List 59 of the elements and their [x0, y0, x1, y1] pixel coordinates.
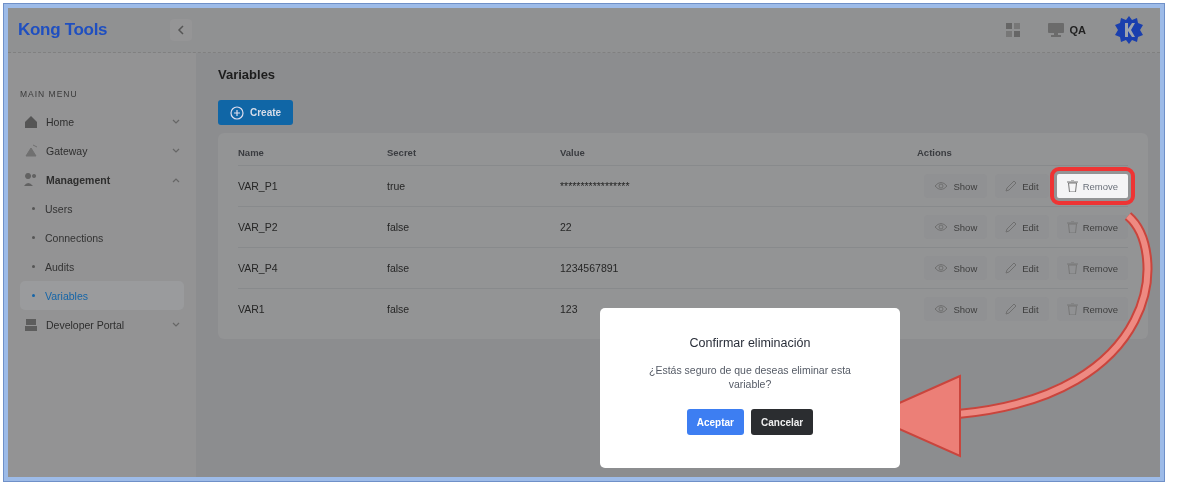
pencil-icon: [1005, 180, 1018, 192]
chevron-left-icon: [177, 25, 185, 35]
dialog-message: ¿Estás seguro de que deseas eliminar esta variable?: [648, 364, 852, 392]
table-cell-text: VAR1: [238, 303, 266, 315]
trash-icon: [1066, 180, 1078, 192]
column-header: Value: [560, 146, 586, 158]
menu-item[interactable]: Management: [20, 165, 184, 194]
dialog-title: Confirmar eliminación: [689, 336, 811, 350]
edit-button[interactable]: Edit: [995, 297, 1049, 321]
table-cell-text: true: [387, 180, 407, 192]
table-cell-text: 1234567891: [560, 262, 620, 274]
submenu-item[interactable]: Connections: [20, 223, 184, 252]
gear-logo-icon: [1114, 15, 1144, 45]
environment-label[interactable]: QA: [1069, 24, 1086, 36]
column-header: Name: [238, 146, 265, 158]
plus-circle-icon: [230, 105, 244, 120]
create-button[interactable]: Create: [218, 100, 294, 125]
table-cell-text: false: [387, 303, 411, 315]
column-header: Secret: [387, 146, 418, 158]
eye-icon: [934, 222, 949, 232]
table-cell-text: false: [387, 221, 411, 233]
table-cell-text: VAR_P2: [238, 221, 279, 233]
trash-icon: [1066, 303, 1078, 315]
menu-section-title: MAIN MENU: [20, 89, 79, 99]
table-cell-text: VAR_P4: [238, 262, 279, 274]
accept-button[interactable]: Aceptar: [686, 409, 744, 436]
edit-button[interactable]: Edit: [995, 174, 1049, 198]
submenu-item[interactable]: Users: [20, 194, 184, 223]
table-cell-text: 123: [560, 303, 579, 315]
collapse-button[interactable]: [170, 19, 192, 41]
trash-icon: [1066, 221, 1078, 233]
submenu-item[interactable]: Variables: [20, 281, 184, 310]
pencil-icon: [1005, 221, 1018, 233]
menu-item[interactable]: Gateway: [20, 136, 184, 165]
table-cell-text: VAR_P1: [238, 180, 279, 192]
chevron-icon: [172, 147, 180, 154]
table-cell-text: *****************: [560, 180, 631, 192]
table-cell-text: 22: [560, 221, 573, 233]
trash-icon: [1066, 262, 1078, 274]
eye-icon: [934, 263, 949, 273]
menu-item[interactable]: Home: [20, 107, 184, 136]
eye-icon: [934, 181, 949, 191]
edit-button[interactable]: Edit: [995, 256, 1049, 280]
eye-icon: [934, 304, 949, 314]
page-title: Variables: [218, 67, 276, 82]
chevron-icon: [172, 118, 180, 125]
pencil-icon: [1005, 262, 1018, 274]
cancel-button[interactable]: Cancelar: [751, 409, 814, 436]
submenu-item[interactable]: Audits: [20, 252, 184, 281]
monitor-icon: [1047, 23, 1064, 37]
grid-icon[interactable]: [1005, 23, 1020, 37]
pencil-icon: [1005, 303, 1018, 315]
brand-logo: Kong Tools: [18, 20, 108, 40]
chevron-icon: [172, 321, 180, 328]
table-cell-text: false: [387, 262, 411, 274]
edit-button[interactable]: Edit: [995, 215, 1049, 239]
column-header: Actions: [917, 146, 953, 158]
menu-item[interactable]: Developer Portal: [20, 310, 184, 339]
chevron-icon: [172, 176, 180, 183]
